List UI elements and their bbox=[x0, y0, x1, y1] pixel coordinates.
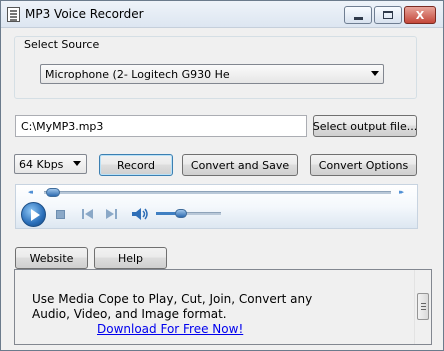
convert-options-button[interactable]: Convert Options bbox=[310, 154, 417, 176]
volume-slider-thumb[interactable] bbox=[174, 209, 187, 218]
volume-icon[interactable] bbox=[131, 207, 149, 221]
close-icon: X bbox=[415, 8, 425, 22]
minimize-button[interactable] bbox=[344, 6, 372, 24]
ad-panel: Use Media Cope to Play, Cut, Join, Conve… bbox=[14, 269, 432, 345]
scrollbar-thumb[interactable] bbox=[417, 293, 429, 320]
maximize-button[interactable] bbox=[374, 6, 402, 24]
chevron-down-icon bbox=[73, 161, 81, 166]
chevron-down-icon bbox=[371, 71, 379, 76]
app-window: MP3 Voice Recorder X Select Source Micro… bbox=[0, 0, 444, 351]
seek-back-icon[interactable]: ◂◂ bbox=[28, 188, 33, 196]
record-button[interactable]: Record bbox=[99, 154, 173, 176]
stop-icon[interactable] bbox=[56, 210, 65, 219]
help-button[interactable]: Help bbox=[94, 247, 167, 269]
seek-slider-thumb[interactable] bbox=[46, 188, 60, 197]
app-icon bbox=[7, 7, 20, 22]
close-button[interactable]: X bbox=[404, 6, 436, 24]
seek-track[interactable] bbox=[44, 191, 391, 194]
window-title: MP3 Voice Recorder bbox=[25, 7, 144, 21]
output-path-field[interactable]: C:\MyMP3.mp3 bbox=[15, 115, 307, 137]
source-device-select[interactable]: Microphone (2- Logitech G930 He bbox=[40, 64, 384, 84]
ad-text-line-2: Audio, Video, and Image format. bbox=[32, 307, 227, 321]
download-link[interactable]: Download For Free Now! bbox=[97, 322, 243, 336]
next-icon[interactable] bbox=[106, 209, 118, 220]
bitrate-value: 64 Kbps bbox=[19, 158, 64, 171]
title-bar[interactable]: MP3 Voice Recorder X bbox=[1, 1, 443, 28]
play-icon[interactable] bbox=[21, 202, 46, 227]
grip-icon bbox=[421, 303, 426, 304]
maximize-icon bbox=[383, 11, 393, 19]
source-group-label: Select Source bbox=[23, 38, 101, 51]
source-device-value: Microphone (2- Logitech G930 He bbox=[45, 68, 230, 81]
ad-text-line-1: Use Media Cope to Play, Cut, Join, Conve… bbox=[32, 292, 313, 306]
seek-forward-icon[interactable]: ▸▸ bbox=[399, 188, 404, 196]
convert-and-save-button[interactable]: Convert and Save bbox=[182, 154, 298, 176]
ad-scrollbar[interactable] bbox=[414, 270, 431, 344]
media-player: ◂◂ ▸▸ bbox=[15, 184, 418, 229]
website-button[interactable]: Website bbox=[15, 247, 88, 269]
select-output-file-button[interactable]: Select output file... bbox=[313, 115, 417, 137]
bitrate-select[interactable]: 64 Kbps bbox=[14, 154, 87, 174]
previous-icon[interactable] bbox=[82, 209, 94, 220]
minimize-icon bbox=[353, 16, 363, 20]
